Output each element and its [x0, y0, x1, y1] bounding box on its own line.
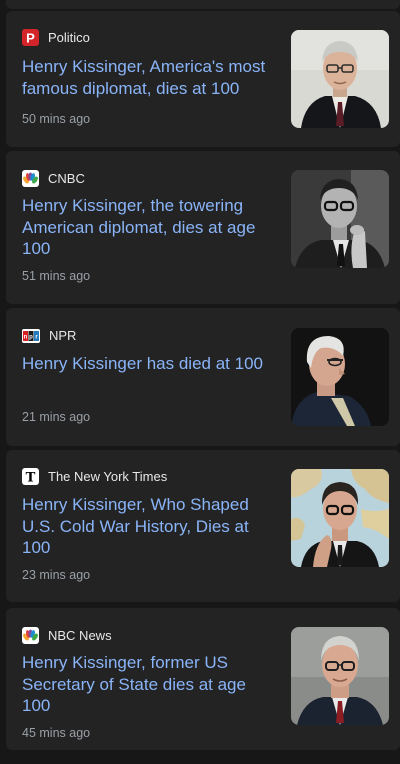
svg-text:p: p — [29, 334, 33, 340]
svg-text:n: n — [24, 334, 28, 340]
timestamp: 23 mins ago — [22, 568, 91, 582]
news-card[interactable]: P Politico Henry Kissinger, America's mo… — [6, 11, 400, 147]
source-name: CNBC — [48, 171, 85, 186]
nbc-peacock-logo-icon — [22, 627, 39, 644]
news-source: CNBC — [22, 170, 85, 187]
headline-link[interactable]: Henry Kissinger, the towering American d… — [22, 195, 278, 260]
source-name: NBC News — [48, 628, 112, 643]
headline-link[interactable]: Henry Kissinger, Who Shaped U.S. Cold Wa… — [22, 494, 278, 559]
source-name: Politico — [48, 30, 90, 45]
article-thumbnail[interactable] — [291, 469, 389, 567]
timestamp: 45 mins ago — [22, 726, 91, 740]
news-source: n p r NPR — [22, 328, 76, 343]
news-card[interactable]: T The New York Times Henry Kissinger, Wh… — [6, 450, 400, 602]
news-card[interactable]: NBC News Henry Kissinger, former US Secr… — [6, 608, 400, 750]
nyt-logo-icon: T — [22, 468, 39, 485]
article-thumbnail[interactable] — [291, 30, 389, 128]
news-source: P Politico — [22, 29, 90, 46]
news-source: NBC News — [22, 627, 112, 644]
timestamp: 50 mins ago — [22, 112, 91, 126]
cnbc-peacock-logo-icon — [22, 170, 39, 187]
politico-logo-icon: P — [22, 29, 39, 46]
headline-link[interactable]: Henry Kissinger has died at 100 — [22, 353, 278, 375]
svg-text:T: T — [26, 471, 36, 486]
headline-link[interactable]: Henry Kissinger, America's most famous d… — [22, 56, 278, 99]
news-feed: P Politico Henry Kissinger, America's mo… — [0, 0, 400, 764]
timestamp: 21 mins ago — [22, 410, 91, 424]
news-card[interactable]: CNBC Henry Kissinger, the towering Ameri… — [6, 151, 400, 304]
article-thumbnail[interactable] — [291, 170, 389, 268]
headline-link[interactable]: Henry Kissinger, former US Secretary of … — [22, 652, 278, 717]
article-thumbnail[interactable] — [291, 627, 389, 725]
previous-card-edge — [6, 0, 400, 9]
npr-logo-icon: n p r — [22, 328, 40, 343]
source-name: The New York Times — [48, 469, 168, 484]
source-name: NPR — [49, 328, 77, 343]
article-thumbnail[interactable] — [291, 328, 389, 426]
news-card[interactable]: n p r NPR Henry Kissinger has died at 10… — [6, 308, 400, 446]
timestamp: 51 mins ago — [22, 269, 91, 283]
news-source: T The New York Times — [22, 468, 167, 485]
svg-text:P: P — [26, 31, 35, 46]
